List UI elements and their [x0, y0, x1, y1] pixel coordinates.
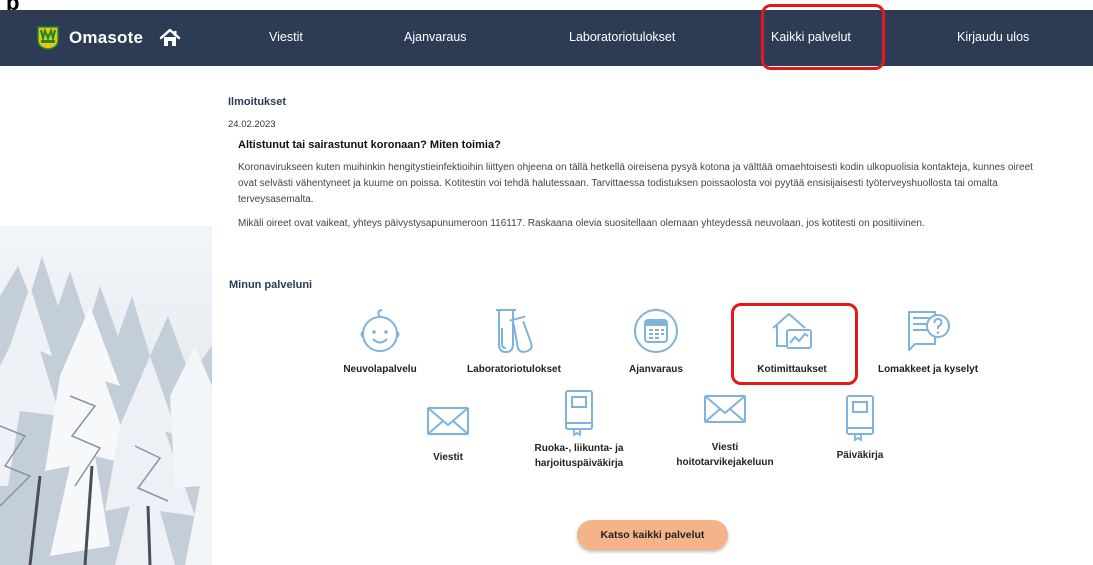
highlight-box-kotimittaukset — [731, 303, 858, 385]
coat-of-arms-logo — [37, 26, 59, 50]
service-paivakirja[interactable]: Päiväkirja — [820, 392, 900, 463]
view-all-services-button[interactable]: Katso kaikki palvelut — [577, 520, 728, 550]
nav-laboratoriotulokset[interactable]: Laboratoriotulokset — [569, 30, 675, 44]
service-neuvolapalvelu[interactable]: Neuvolapalvelu — [330, 306, 430, 377]
notice-paragraph-2: Mikäli oireet ovat vaikeat, yhteys päivy… — [238, 218, 925, 229]
service-label-line-1: Viesti — [711, 442, 739, 453]
home-icon[interactable] — [159, 28, 181, 48]
my-services-title: Minun palveluni — [229, 279, 313, 291]
service-label: Laboratoriotulokset — [467, 364, 561, 375]
notices-title: Ilmoitukset — [228, 96, 287, 108]
app-name: Omasote — [69, 28, 144, 47]
service-label: Ajanvaraus — [629, 364, 683, 375]
notice-paragraph-1: Koronavirukseen kuten muihinkin hengitys… — [238, 162, 1033, 205]
baby-face-icon — [360, 309, 400, 352]
service-ruoka-liikunta-paivakirja[interactable]: Ruoka-, liikunta- ja harjoituspäiväkirja — [519, 387, 639, 471]
nav-ajanvaraus[interactable]: Ajanvaraus — [404, 30, 467, 44]
service-label-line-2: hoitotarvikejakeluun — [676, 457, 774, 468]
service-label: Lomakkeet ja kyselyt — [877, 364, 979, 375]
service-label: Päiväkirja — [836, 450, 884, 461]
service-viestit[interactable]: Viestit — [408, 394, 488, 465]
service-lomakkeet-ja-kyselyt[interactable]: Lomakkeet ja kyselyt — [868, 306, 988, 377]
service-label-line-1: Ruoka-, liikunta- ja — [534, 443, 624, 454]
service-label-line-2: harjoituspäiväkirja — [534, 458, 624, 469]
nav-kirjaudu-ulos[interactable]: Kirjaudu ulos — [957, 30, 1029, 44]
notices-section: Ilmoitukset 24.02.2023 Altistunut tai sa… — [228, 96, 1058, 232]
nav-viestit[interactable]: Viestit — [269, 30, 303, 44]
service-label: Viestit — [433, 452, 463, 463]
top-navigation-bar: Omasote Viestit Ajanvaraus Laboratoriotu… — [0, 10, 1093, 66]
service-label: Neuvolapalvelu — [343, 364, 417, 375]
form-question-icon — [908, 311, 950, 351]
service-ajanvaraus[interactable]: Ajanvaraus — [606, 306, 706, 377]
winter-forest-image — [0, 226, 212, 565]
notice-date: 24.02.2023 — [228, 119, 276, 130]
diary-icon — [565, 390, 593, 437]
notice-headline: Altistunut tai sairastunut koronaan? Mit… — [238, 139, 501, 151]
envelope-icon — [427, 407, 469, 435]
envelope-icon — [704, 395, 746, 423]
diary-icon — [846, 395, 874, 442]
brand: Omasote — [37, 24, 181, 52]
highlight-box-kaikki-palvelut — [761, 4, 885, 70]
calendar-icon — [634, 309, 678, 353]
service-viesti-hoitotarvikejakeluun[interactable]: Viesti hoitotarvikejakeluun — [670, 386, 780, 470]
test-tubes-icon — [496, 309, 533, 354]
service-laboratoriotulokset[interactable]: Laboratoriotulokset — [454, 306, 574, 377]
